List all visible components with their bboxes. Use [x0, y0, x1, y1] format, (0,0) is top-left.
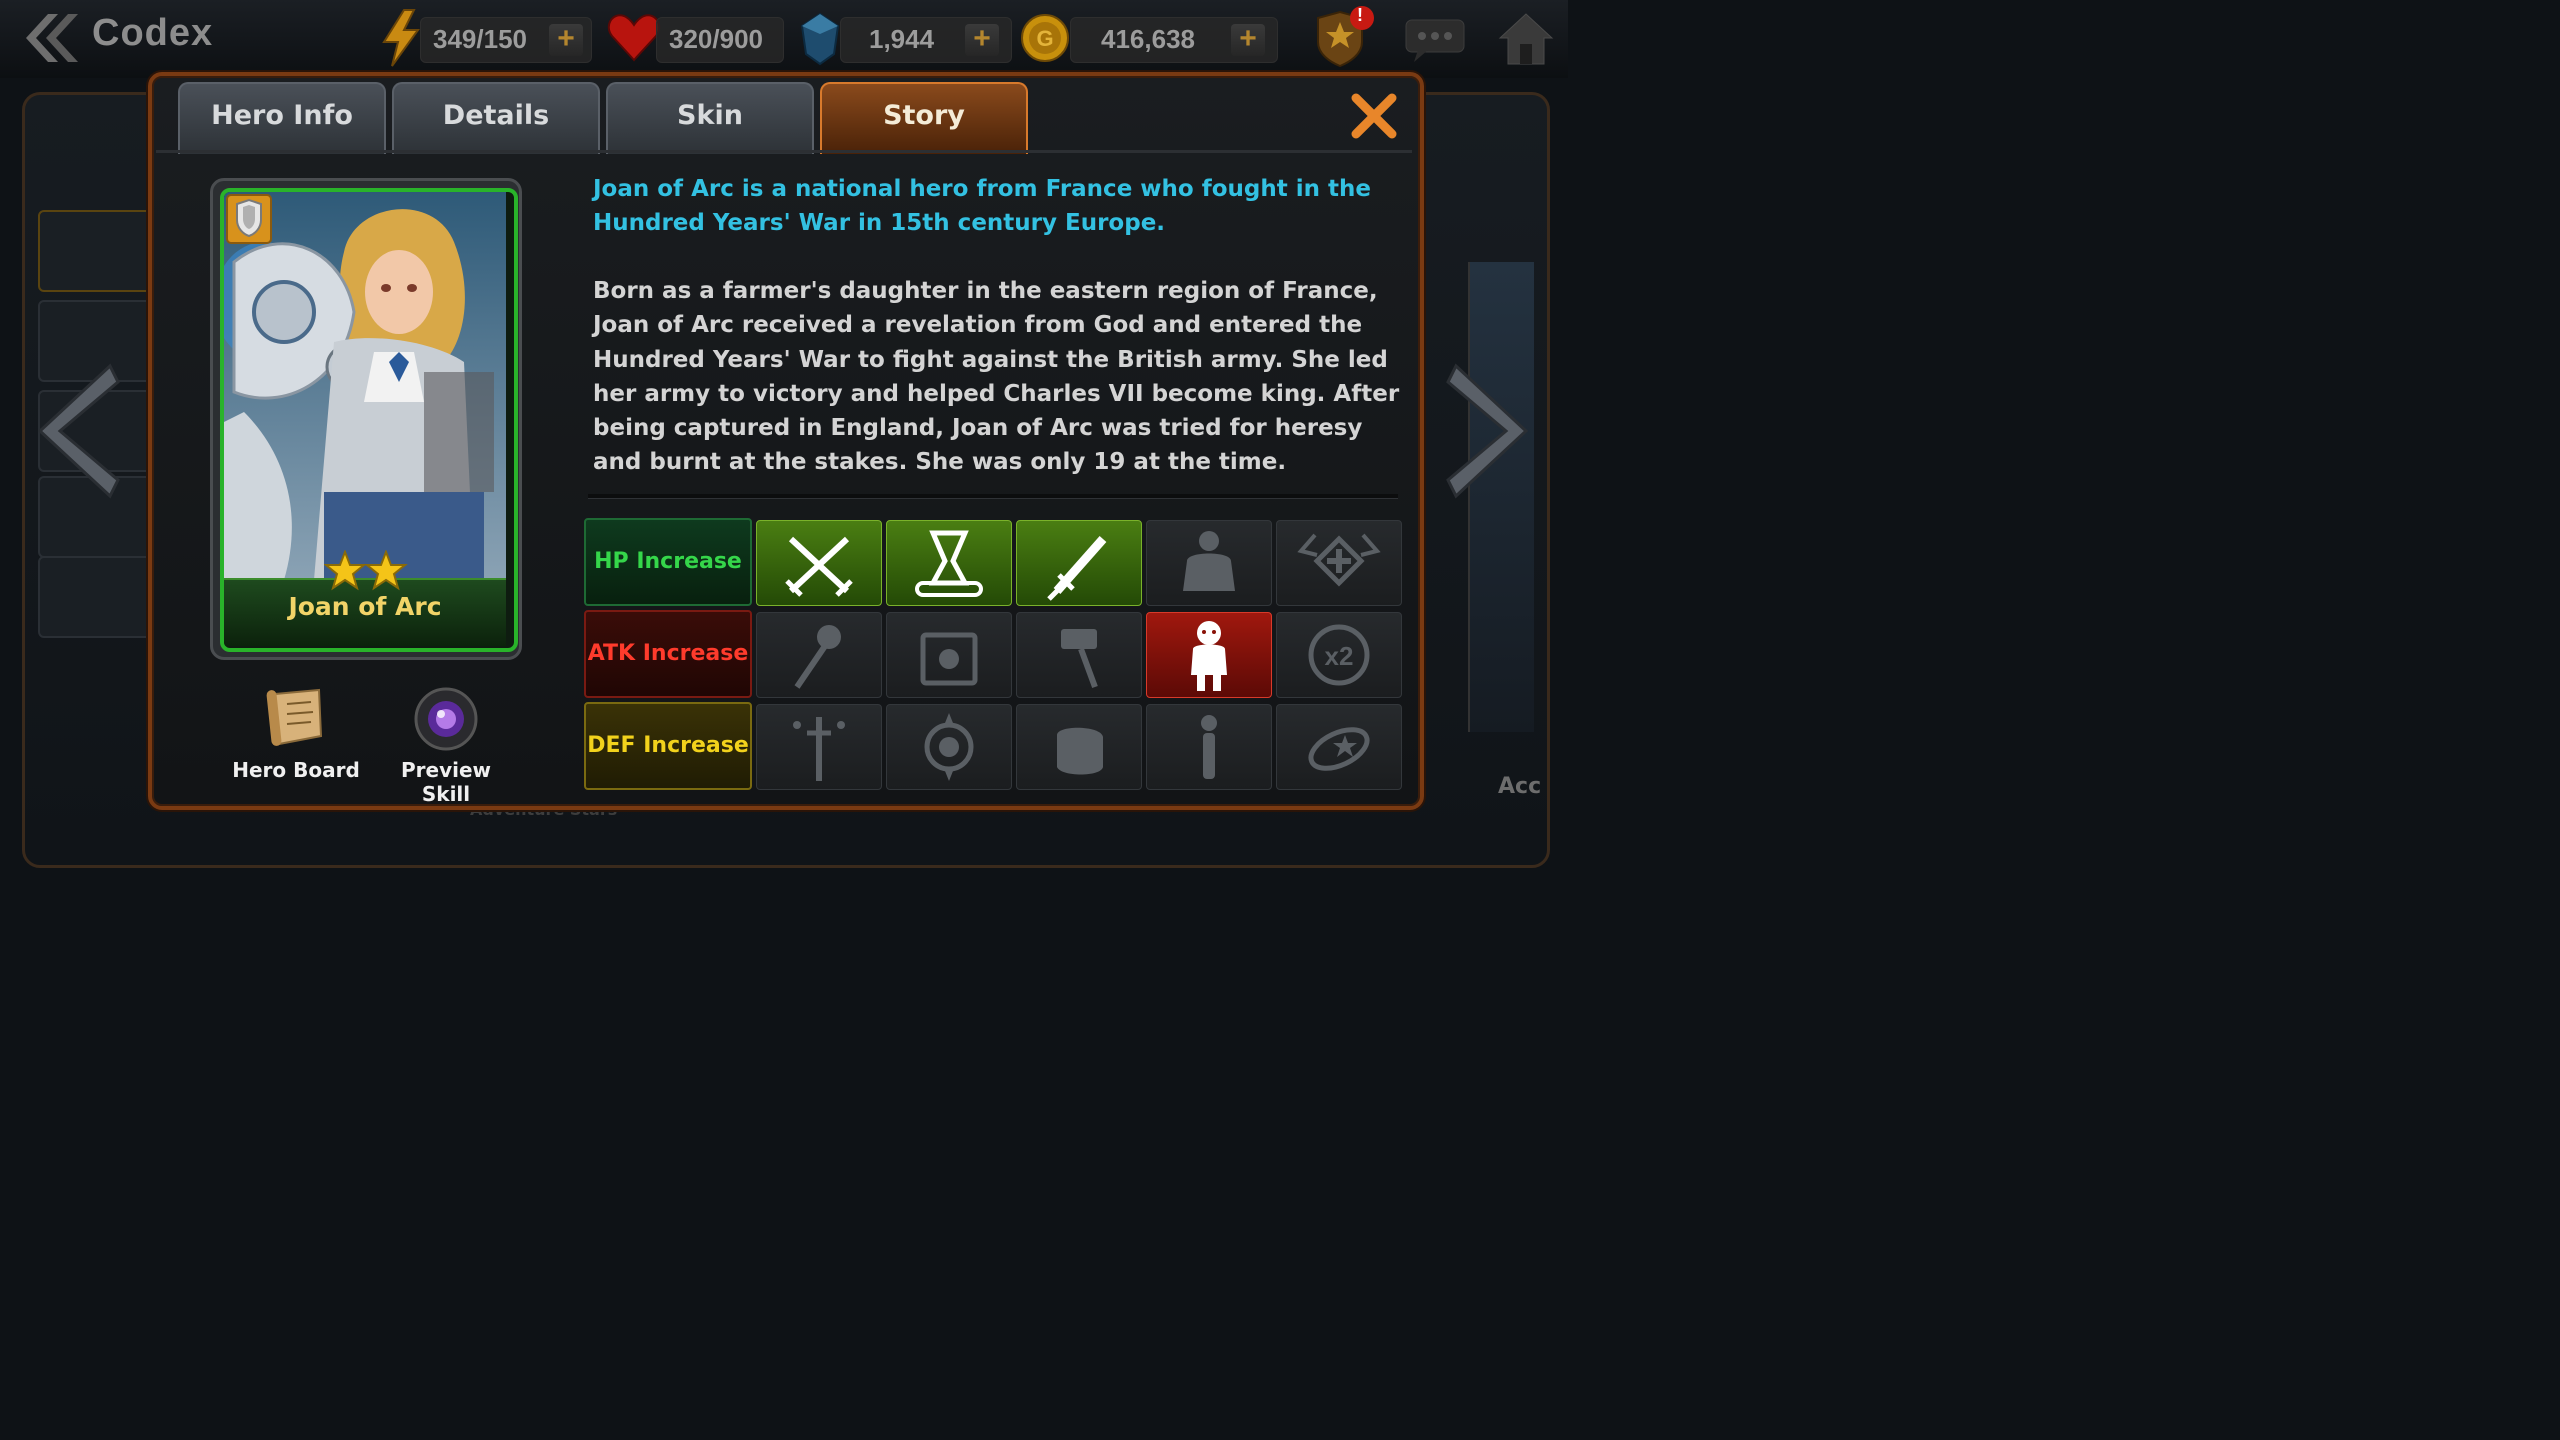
tab-story[interactable]: Story [820, 82, 1028, 154]
sun-emblem-icon [924, 713, 974, 781]
add-stamina-button[interactable]: + [549, 24, 583, 56]
crossed-swords-icon [785, 536, 853, 597]
dagger-stars-icon [793, 717, 845, 781]
crystals-value: 1,944 [869, 24, 935, 54]
background-slot [38, 556, 152, 638]
tab-divider [156, 150, 1412, 153]
stamina-counter: 349/150 + [420, 17, 592, 63]
tab-hero-info[interactable]: Hero Info [178, 82, 386, 154]
hero-board-label: Hero Board [232, 758, 360, 782]
chat-icon[interactable] [1404, 16, 1466, 64]
hearts-value: 320/900 [669, 24, 763, 54]
story-separator [588, 494, 1398, 499]
x2-icon: x2 [1308, 624, 1370, 686]
svg-text:x2: x2 [1325, 641, 1354, 671]
tab-skin[interactable]: Skin [606, 82, 814, 154]
previous-hero-arrow-icon[interactable] [30, 360, 120, 502]
person-icon [1191, 621, 1227, 691]
stat-cell[interactable] [886, 612, 1012, 698]
stat-cell[interactable] [756, 704, 882, 790]
gold-coin-icon: G [1021, 14, 1069, 62]
preview-skill-button[interactable]: Preview Skill [376, 686, 516, 806]
star-rating-icon [324, 550, 408, 591]
lightning-icon [382, 9, 420, 67]
background-right-label: Acc [1498, 774, 1542, 799]
hero-portrait [224, 192, 506, 580]
top-bar: Codex 349/150 + 320/900 1,944 + G 416,63… [0, 0, 1568, 78]
hourglass-scroll-icon [915, 530, 983, 597]
crystals-counter: 1,944 + [840, 17, 1012, 63]
stat-cell[interactable] [886, 704, 1012, 790]
gold-value: 416,638 [1101, 24, 1195, 54]
stat-cell[interactable] [1146, 520, 1272, 606]
preview-skill-label: Preview Skill [400, 758, 492, 806]
close-icon[interactable] [1348, 90, 1400, 142]
spellbook-icon [920, 632, 978, 686]
screen-title: Codex [92, 12, 214, 54]
stat-cell[interactable] [1276, 520, 1402, 606]
back-arrow-icon[interactable] [18, 10, 78, 66]
heart-icon [607, 14, 661, 62]
mace-icon [794, 625, 841, 689]
hero-board-button[interactable]: Hero Board [230, 686, 362, 782]
class-shield-icon [226, 194, 272, 244]
gold-counter: 416,638 + [1070, 17, 1278, 63]
scroll-icon [266, 688, 323, 746]
camera-lens-icon [414, 687, 478, 751]
sword-icon [1047, 536, 1107, 601]
stat-cell[interactable] [886, 520, 1012, 606]
orbit-star-icon [1308, 727, 1370, 771]
def-increase-label: DEF Increase [584, 702, 752, 790]
atk-increase-label: ATK Increase [584, 610, 752, 698]
tab-details[interactable]: Details [392, 82, 600, 154]
stat-cell[interactable] [1016, 612, 1142, 698]
stat-cell[interactable] [756, 612, 882, 698]
stat-cell[interactable] [1016, 704, 1142, 790]
stat-cell[interactable] [1276, 704, 1402, 790]
stat-cell[interactable] [1146, 612, 1272, 698]
winged-cross-icon [1297, 533, 1381, 587]
hammer-icon [1061, 629, 1098, 689]
background-slot [38, 210, 152, 292]
notification-badge: ! [1357, 5, 1363, 25]
svg-text:G: G [1036, 26, 1053, 51]
stat-cell[interactable] [1016, 520, 1142, 606]
story-body: Born as a farmer's daughter in the easte… [593, 278, 1400, 476]
body-silhouette-icon [1183, 531, 1235, 591]
hp-increase-label: HP Increase [584, 518, 752, 606]
crystal-icon [800, 12, 840, 66]
story-intro: Joan of Arc is a national hero from Fran… [593, 176, 1371, 236]
home-icon[interactable] [1496, 10, 1556, 68]
add-gold-button[interactable]: + [1231, 24, 1265, 56]
next-hero-arrow-icon[interactable] [1446, 360, 1536, 502]
hero-name: Joan of Arc [288, 592, 442, 621]
hero-card: Joan of Arc [220, 188, 518, 652]
fist-icon [1057, 727, 1103, 775]
stat-cell[interactable] [756, 520, 882, 606]
stat-cell[interactable]: x2 [1276, 612, 1402, 698]
stat-cell[interactable] [1146, 704, 1272, 790]
stamina-value: 349/150 [433, 24, 527, 54]
hearts-counter: 320/900 [656, 17, 784, 63]
add-crystals-button[interactable]: + [965, 24, 999, 56]
slim-figure-icon [1201, 715, 1217, 779]
